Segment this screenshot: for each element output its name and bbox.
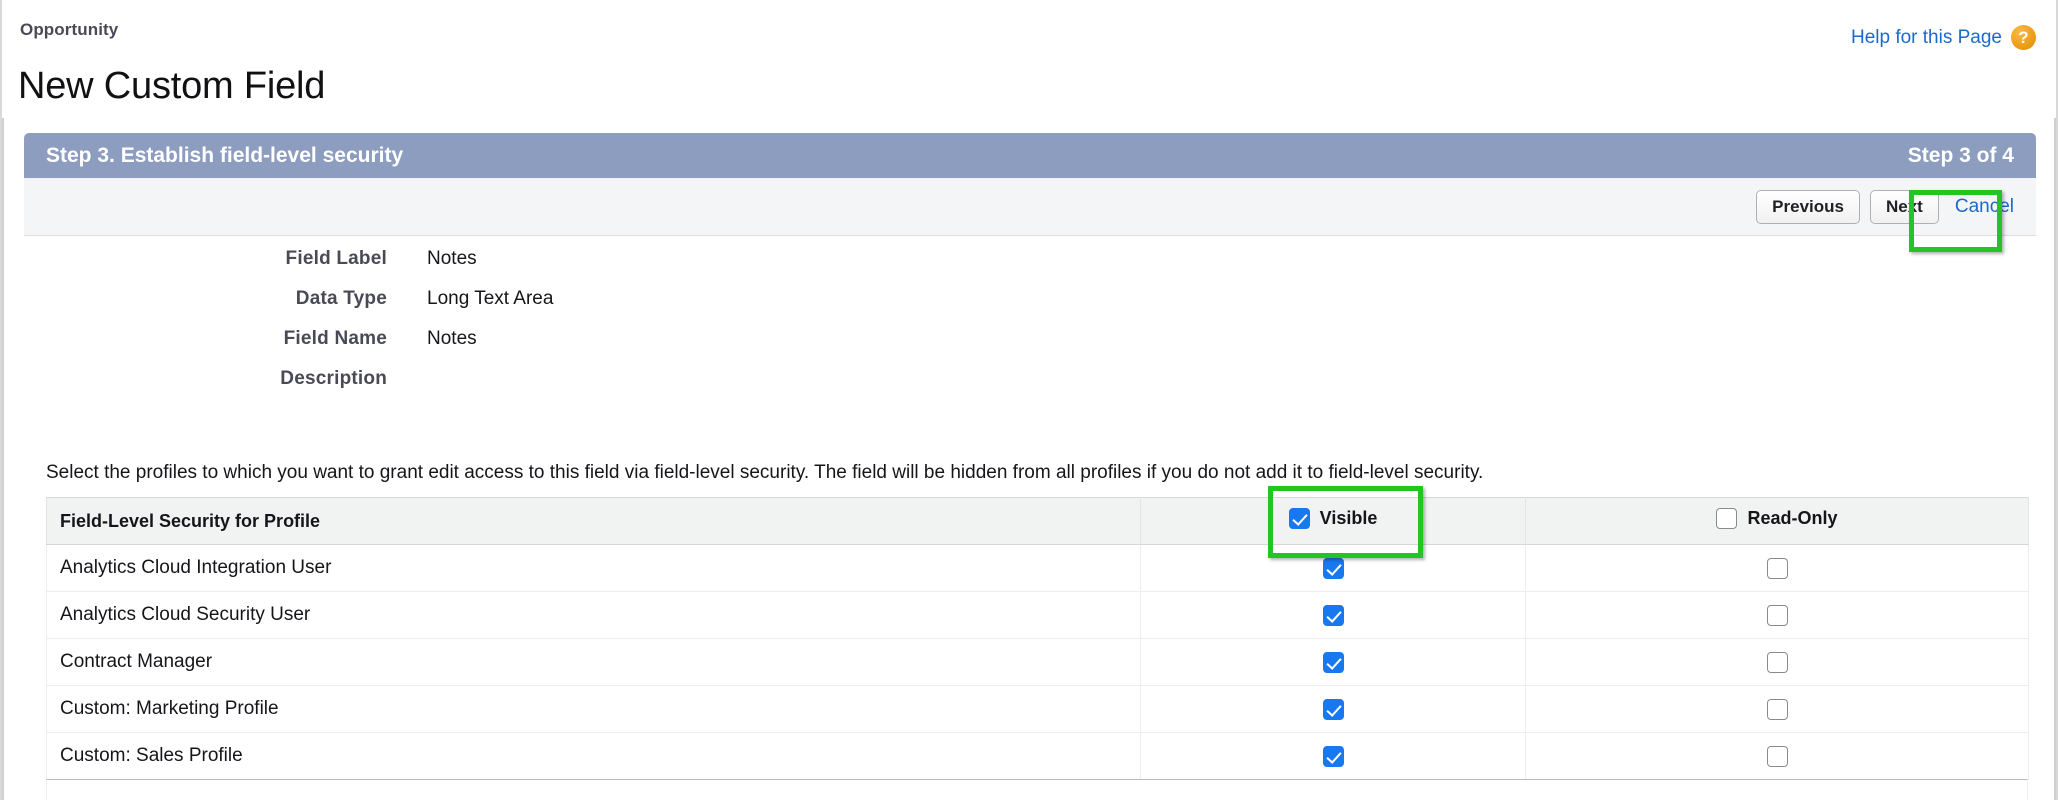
read-only-checkbox[interactable] <box>1766 557 1788 579</box>
field-label-caption: Field Label <box>285 248 387 269</box>
visible-header-label: Visible <box>1319 508 1378 528</box>
column-header-read-only[interactable]: Read-Only <box>1525 497 2029 545</box>
field-level-security-table: Field-Level Security for Profile Visible… <box>46 497 2029 780</box>
field-summary-row: Description <box>2 368 2056 408</box>
table-header-row: Field-Level Security for Profile Visible… <box>46 497 2029 545</box>
description-caption: Description <box>280 368 387 389</box>
table-row: Custom: Sales Profile <box>46 732 2029 780</box>
visible-cell[interactable] <box>1140 732 1526 780</box>
read-only-cell[interactable] <box>1525 638 2029 686</box>
wizard-button-bar: Previous Next Cancel <box>24 178 2036 236</box>
profile-name-cell: Contract Manager <box>46 638 1141 686</box>
read-only-checkbox[interactable] <box>1766 698 1788 720</box>
field-summary-row: Field Name Notes <box>2 328 2056 368</box>
visible-cell[interactable] <box>1140 591 1526 639</box>
table-header: Field-Level Security for Profile Visible… <box>46 497 2029 545</box>
cancel-link[interactable]: Cancel <box>1955 196 2014 218</box>
visible-checkbox[interactable] <box>1322 604 1344 626</box>
table-row: Custom: Marketing Profile <box>46 685 2029 733</box>
visible-checkbox[interactable] <box>1322 651 1344 673</box>
read-only-checkbox[interactable] <box>1766 651 1788 673</box>
profile-name-cell: Analytics Cloud Security User <box>46 591 1141 639</box>
field-label-value: Notes <box>427 248 477 269</box>
column-header-profile: Field-Level Security for Profile <box>46 497 1141 545</box>
help-question-icon[interactable]: ? <box>2011 25 2036 50</box>
read-only-header-label: Read-Only <box>1747 508 1838 528</box>
profile-name-cell: Analytics Cloud Integration User <box>46 544 1141 592</box>
table-row: Analytics Cloud Security User <box>46 591 2029 639</box>
visible-header-checkbox[interactable] <box>1288 508 1310 529</box>
field-name-value: Notes <box>427 328 477 349</box>
step-header-bar: Step 3. Establish field-level security S… <box>24 133 2036 178</box>
instruction-text: Select the profiles to which you want to… <box>46 462 1484 483</box>
next-button[interactable]: Next <box>1869 189 1939 224</box>
column-header-visible[interactable]: Visible <box>1140 497 1526 545</box>
page-root: Opportunity New Custom Field Help for th… <box>0 0 2058 800</box>
read-only-cell[interactable] <box>1525 544 2029 592</box>
read-only-checkbox[interactable] <box>1766 745 1788 767</box>
field-summary-row: Field Label Notes <box>2 248 2056 288</box>
previous-button[interactable]: Previous <box>1756 189 1860 224</box>
table-body: Analytics Cloud Integration User Analyti… <box>46 544 2029 780</box>
field-name-caption: Field Name <box>283 328 387 349</box>
page-header: Opportunity New Custom Field Help for th… <box>2 0 2056 118</box>
read-only-cell[interactable] <box>1525 685 2029 733</box>
visible-checkbox[interactable] <box>1322 745 1344 767</box>
data-type-value: Long Text Area <box>427 288 554 309</box>
field-summary-row: Data Type Long Text Area <box>2 288 2056 328</box>
step-counter: Step 3 of 4 <box>1907 143 2014 167</box>
read-only-header-checkbox[interactable] <box>1716 508 1738 529</box>
page-title: New Custom Field <box>18 65 326 108</box>
read-only-checkbox[interactable] <box>1766 604 1788 626</box>
help-for-this-page[interactable]: Help for this Page ? <box>1851 25 2036 50</box>
visible-cell[interactable] <box>1140 638 1526 686</box>
data-type-caption: Data Type <box>295 288 387 309</box>
table-row: Analytics Cloud Integration User <box>46 544 2029 592</box>
read-only-cell[interactable] <box>1525 732 2029 780</box>
profile-name-cell: Custom: Sales Profile <box>46 732 1141 780</box>
read-only-cell[interactable] <box>1525 591 2029 639</box>
step-title: Step 3. Establish field-level security <box>46 143 404 167</box>
breadcrumb: Opportunity <box>20 20 119 39</box>
table-row: Contract Manager <box>46 638 2029 686</box>
field-summary: Field Label Notes Data Type Long Text Ar… <box>2 248 2056 408</box>
visible-cell[interactable] <box>1140 544 1526 592</box>
help-link[interactable]: Help for this Page <box>1851 27 2002 49</box>
visible-cell[interactable] <box>1140 685 1526 733</box>
table-next-row-partial <box>46 779 2028 800</box>
visible-checkbox[interactable] <box>1322 698 1344 720</box>
visible-checkbox[interactable] <box>1322 557 1344 579</box>
profile-name-cell: Custom: Marketing Profile <box>46 685 1141 733</box>
